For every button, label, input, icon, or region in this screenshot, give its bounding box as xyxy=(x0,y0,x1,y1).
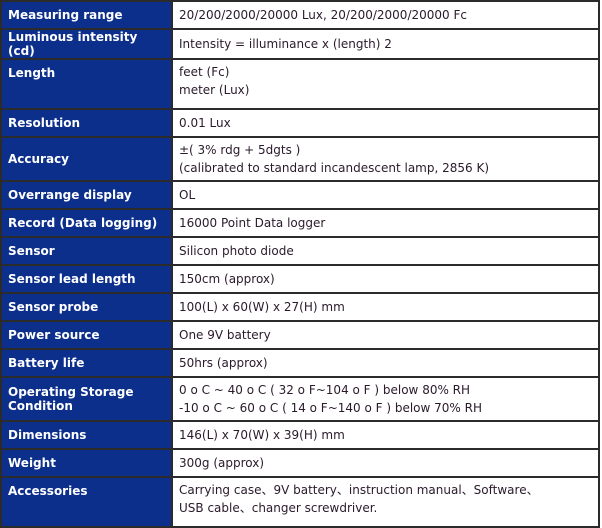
spec-value-line: 0 o C ~ 40 o C ( 32 o F~104 o F ) below … xyxy=(179,383,471,397)
spec-value-line: Carrying case、9V battery、instruction man… xyxy=(179,483,539,497)
spec-value-line: 0.01 Lux xyxy=(179,116,231,130)
spec-row-weight: Weight 300g (approx) xyxy=(1,449,599,477)
spec-value-line: Silicon photo diode xyxy=(179,244,294,258)
spec-label: Sensor xyxy=(1,237,172,265)
spec-value: One 9V battery xyxy=(172,321,599,349)
spec-value-line: 50hrs (approx) xyxy=(179,356,268,370)
spec-value-line: ±( 3% rdg + 5dgts ) xyxy=(179,143,301,157)
spec-label: Weight xyxy=(1,449,172,477)
spec-value-line: 20/200/2000/20000 Lux, 20/200/2000/20000… xyxy=(179,8,467,22)
spec-value: Silicon photo diode xyxy=(172,237,599,265)
spec-row-accuracy: Accuracy ±( 3% rdg + 5dgts ) (calibrated… xyxy=(1,137,599,181)
spec-value-line: 300g (approx) xyxy=(179,456,265,470)
spec-label: Battery life xyxy=(1,349,172,377)
spec-row-overrange-display: Overrange display OL xyxy=(1,181,599,209)
spec-row-sensor-probe: Sensor probe 100(L) x 60(W) x 27(H) mm xyxy=(1,293,599,321)
spec-value: 0 o C ~ 40 o C ( 32 o F~104 o F ) below … xyxy=(172,377,599,421)
spec-value-line: 16000 Point Data logger xyxy=(179,216,326,230)
spec-label: Sensor probe xyxy=(1,293,172,321)
spec-label: Accuracy xyxy=(1,137,172,181)
spec-value: 300g (approx) xyxy=(172,449,599,477)
spec-row-battery-life: Battery life 50hrs (approx) xyxy=(1,349,599,377)
spec-value: 0.01 Lux xyxy=(172,109,599,137)
spec-row-dimensions: Dimensions 146(L) x 70(W) x 39(H) mm xyxy=(1,421,599,449)
spec-row-sensor-lead-length: Sensor lead length 150cm (approx) xyxy=(1,265,599,293)
spec-label: Dimensions xyxy=(1,421,172,449)
spec-value: ±( 3% rdg + 5dgts ) (calibrated to stand… xyxy=(172,137,599,181)
spec-row-accessories: Accessories Carrying case、9V battery、ins… xyxy=(1,477,599,527)
spec-value: Intensity = illuminance x (length) 2 xyxy=(172,29,599,59)
spec-value-line: OL xyxy=(179,188,196,202)
spec-value-line: USB cable、changer screwdriver. xyxy=(179,501,378,515)
spec-value-line: 146(L) x 70(W) x 39(H) mm xyxy=(179,428,345,442)
spec-value-line: feet (Fc) xyxy=(179,65,230,79)
spec-row-luminous-intensity: Luminous intensity (cd) Intensity = illu… xyxy=(1,29,599,59)
spec-value: 146(L) x 70(W) x 39(H) mm xyxy=(172,421,599,449)
spec-row-power-source: Power source One 9V battery xyxy=(1,321,599,349)
spec-value: 16000 Point Data logger xyxy=(172,209,599,237)
spec-value: 20/200/2000/20000 Lux, 20/200/2000/20000… xyxy=(172,1,599,29)
spec-label: Power source xyxy=(1,321,172,349)
spec-label: Sensor lead length xyxy=(1,265,172,293)
spec-row-resolution: Resolution 0.01 Lux xyxy=(1,109,599,137)
spec-value-line: meter (Lux) xyxy=(179,83,250,97)
spec-value-line: (calibrated to standard incandescent lam… xyxy=(179,161,490,175)
spec-value-line: 150cm (approx) xyxy=(179,272,275,286)
spec-value: Carrying case、9V battery、instruction man… xyxy=(172,477,599,527)
spec-value: OL xyxy=(172,181,599,209)
spec-row-measuring-range: Measuring range 20/200/2000/20000 Lux, 2… xyxy=(1,1,599,29)
spec-value: 100(L) x 60(W) x 27(H) mm xyxy=(172,293,599,321)
spec-label: Measuring range xyxy=(1,1,172,29)
spec-value-line: 100(L) x 60(W) x 27(H) mm xyxy=(179,300,345,314)
spec-row-record: Record (Data logging) 16000 Point Data l… xyxy=(1,209,599,237)
spec-label: Operating Storage Condition xyxy=(1,377,172,421)
spec-value: 50hrs (approx) xyxy=(172,349,599,377)
spec-label: Resolution xyxy=(1,109,172,137)
spec-label: Overrange display xyxy=(1,181,172,209)
spec-label: Record (Data logging) xyxy=(1,209,172,237)
spec-label: Luminous intensity (cd) xyxy=(1,29,172,59)
spec-value-line: -10 o C ~ 60 o C ( 14 o F~140 o F ) belo… xyxy=(179,401,482,415)
spec-value-line: One 9V battery xyxy=(179,328,271,342)
spec-label: Accessories xyxy=(1,477,172,527)
spec-value-line: Intensity = illuminance x (length) 2 xyxy=(179,37,392,51)
spec-row-operating-storage-condition: Operating Storage Condition 0 o C ~ 40 o… xyxy=(1,377,599,421)
spec-value: 150cm (approx) xyxy=(172,265,599,293)
spec-row-sensor: Sensor Silicon photo diode xyxy=(1,237,599,265)
spec-value: feet (Fc) meter (Lux) xyxy=(172,59,599,109)
spec-label: Length xyxy=(1,59,172,109)
specifications-table: Measuring range 20/200/2000/20000 Lux, 2… xyxy=(0,0,600,528)
spec-row-length: Length feet (Fc) meter (Lux) xyxy=(1,59,599,109)
